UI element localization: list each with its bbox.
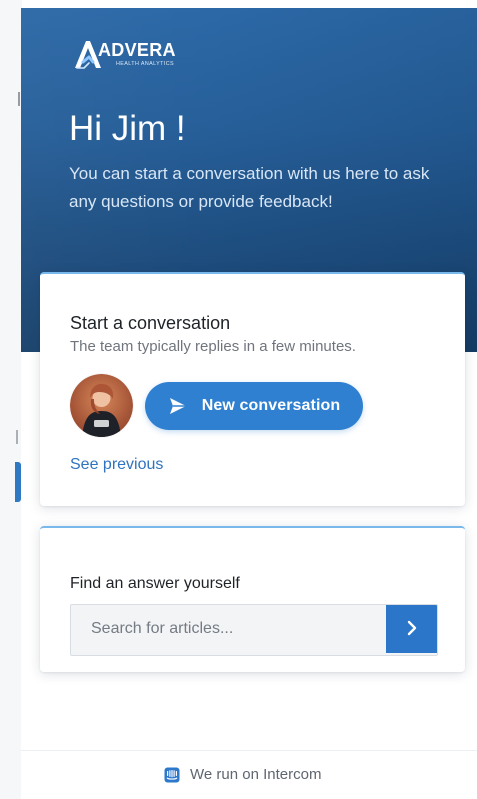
footer-bar: We run on Intercom [21,750,477,799]
brand-tagline: HEALTH ANALYTICS [116,61,175,67]
reply-time-text: The team typically replies in a few minu… [70,338,356,355]
welcome-message: You can start a conversation with us her… [69,164,430,211]
intercom-footer-link[interactable]: We run on Intercom [164,765,321,785]
messenger-panel: ADVERA HEALTH ANALYTICS Hi Jim ! You can… [21,8,477,799]
brand-logo: ADVERA HEALTH ANALYTICS [73,37,213,79]
edge-mark [16,430,18,444]
edge-mark [18,92,20,106]
new-conversation-button[interactable]: New conversation [145,382,363,430]
help-card-title: Find an answer yourself [70,575,240,592]
see-previous-link[interactable]: See previous [70,456,163,474]
search-button[interactable] [386,605,437,653]
search-input[interactable] [71,605,386,653]
send-icon [168,396,188,416]
new-conversation-label: New conversation [201,397,341,414]
conversation-card-title: Start a conversation [70,313,231,333]
footer-text: We run on Intercom [190,766,322,783]
find-answer-card: Find an answer yourself [40,526,465,672]
article-search [70,604,438,656]
greeting-heading: Hi Jim ! [69,109,186,148]
brand-name: ADVERA [98,40,176,60]
intercom-icon [164,767,180,783]
avatar [70,374,133,437]
start-conversation-card: Start a conversation The team typically … [40,272,465,506]
chevron-right-icon [404,620,420,639]
left-edge-strip [0,0,22,799]
